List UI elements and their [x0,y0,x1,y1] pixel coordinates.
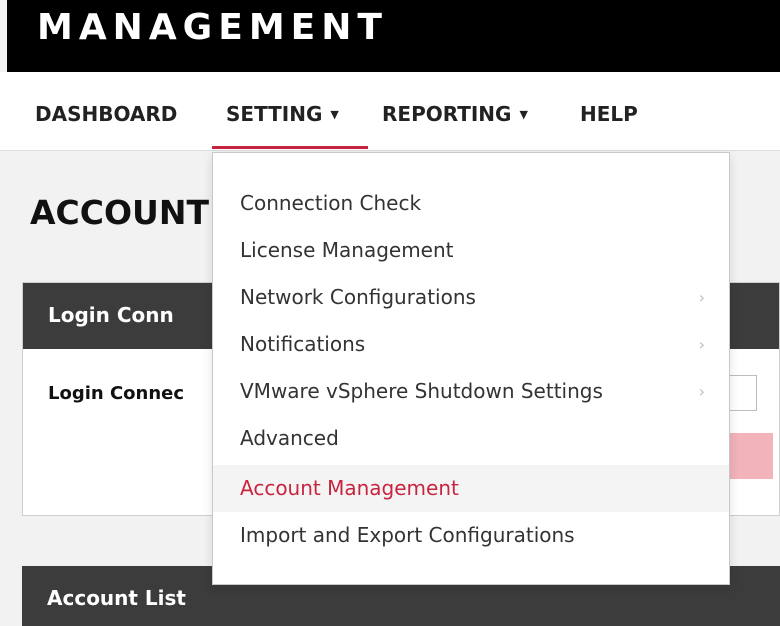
app-header: MANAGEMENT [7,0,780,72]
menu-item-account-management[interactable]: Account Management [213,465,729,512]
menu-item-label: Network Configurations [240,285,476,309]
panel-header-title: Login Conn [48,303,174,327]
menu-item-label: Account Management [240,476,459,500]
nav-reporting-label: REPORTING [382,102,512,126]
menu-item-network-configurations[interactable]: Network Configurations › [213,274,729,321]
nav-reporting[interactable]: REPORTING ▼ [382,102,528,126]
nav-help-label: HELP [580,102,638,126]
nav-help[interactable]: HELP [580,102,638,126]
nav-dashboard-label: DASHBOARD [35,102,178,126]
menu-item-vmware-vsphere-shutdown-settings[interactable]: VMware vSphere Shutdown Settings › [213,368,729,415]
chevron-right-icon: › [698,335,705,354]
nav-setting-label: SETTING [226,102,323,126]
menu-item-label: Import and Export Configurations [240,523,575,547]
menu-item-label: Connection Check [240,191,422,215]
account-list-title: Account List [47,586,186,610]
nav-setting[interactable]: SETTING ▼ [226,102,339,126]
main-nav: DASHBOARD SETTING ▼ REPORTING ▼ HELP [0,72,780,151]
caret-down-icon: ▼ [519,108,528,121]
menu-item-license-management[interactable]: License Management [213,227,729,274]
menu-item-label: License Management [240,238,454,262]
setting-dropdown-menu: Connection Check License Management Netw… [212,152,730,585]
chevron-right-icon: › [698,382,705,401]
menu-item-label: Advanced [240,426,339,450]
menu-item-label: VMware vSphere Shutdown Settings [240,379,603,403]
nav-active-indicator [212,146,368,149]
menu-item-advanced[interactable]: Advanced [213,415,729,462]
menu-item-import-export-configurations[interactable]: Import and Export Configurations [213,512,729,559]
menu-item-notifications[interactable]: Notifications › [213,321,729,368]
menu-item-label: Notifications [240,332,366,356]
chevron-right-icon: › [698,288,705,307]
login-connection-label: Login Connec [48,383,185,404]
app-title: MANAGEMENT [37,7,388,48]
caret-down-icon: ▼ [330,108,339,121]
nav-dashboard[interactable]: DASHBOARD [35,102,177,126]
menu-item-connection-check[interactable]: Connection Check [213,180,729,227]
page-title: ACCOUNT [30,193,209,232]
